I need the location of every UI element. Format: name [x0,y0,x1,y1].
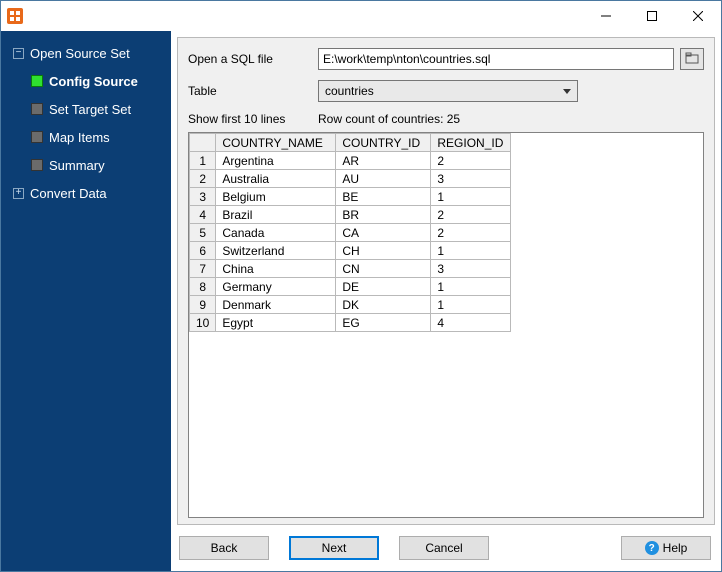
col-header-country-name[interactable]: COUNTRY_NAME [216,134,336,152]
cell-region-id: 2 [431,152,511,170]
cell-country-name: China [216,260,336,278]
preview-grid[interactable]: COUNTRY_NAME COUNTRY_ID REGION_ID 1Argen… [188,132,704,518]
table-row[interactable]: 10EgyptEG4 [190,314,511,332]
show-first-label: Show first 10 lines [188,112,318,126]
row-number-cell: 1 [190,152,216,170]
sidebar-item-map-items[interactable]: Map Items [1,123,171,151]
sidebar-item-open-source-set[interactable]: − Open Source Set [1,39,171,67]
wizard-sidebar: − Open Source Set Config Source Set Targ… [1,31,171,571]
cell-region-id: 1 [431,188,511,206]
table-header-row: COUNTRY_NAME COUNTRY_ID REGION_ID [190,134,511,152]
table-row[interactable]: 1ArgentinaAR2 [190,152,511,170]
row-number-cell: 3 [190,188,216,206]
table-row[interactable]: 5CanadaCA2 [190,224,511,242]
wizard-window: − Open Source Set Config Source Set Targ… [0,0,722,572]
table-row[interactable]: 9DenmarkDK1 [190,296,511,314]
row-number-cell: 4 [190,206,216,224]
cell-region-id: 2 [431,206,511,224]
cell-region-id: 4 [431,314,511,332]
help-button[interactable]: ? Help [621,536,711,560]
cell-country-id: CN [336,260,431,278]
step-status-icon [31,159,43,171]
cell-country-id: BE [336,188,431,206]
col-header-country-id[interactable]: COUNTRY_ID [336,134,431,152]
step-status-icon [31,103,43,115]
cell-region-id: 1 [431,278,511,296]
sidebar-item-label: Open Source Set [30,46,130,61]
cell-country-id: BR [336,206,431,224]
row-number-cell: 7 [190,260,216,278]
sidebar-item-set-target-set[interactable]: Set Target Set [1,95,171,123]
step-status-icon [31,131,43,143]
cell-country-id: CH [336,242,431,260]
content-panel: Open a SQL file Table countries Sh [177,37,715,525]
table-select-value: countries [325,84,374,98]
cell-country-name: Brazil [216,206,336,224]
cell-country-id: DE [336,278,431,296]
sidebar-item-label: Convert Data [30,186,107,201]
row-number-cell: 6 [190,242,216,260]
table-row[interactable]: 2AustraliaAU3 [190,170,511,188]
table-row[interactable]: 7ChinaCN3 [190,260,511,278]
cell-country-id: AU [336,170,431,188]
cell-region-id: 3 [431,170,511,188]
expand-icon[interactable]: + [13,188,24,199]
cell-country-name: Belgium [216,188,336,206]
cell-country-name: Canada [216,224,336,242]
cancel-button[interactable]: Cancel [399,536,489,560]
cell-region-id: 1 [431,296,511,314]
sidebar-item-label: Config Source [49,74,138,89]
row-number-cell: 8 [190,278,216,296]
sql-file-input[interactable] [318,48,674,70]
cell-country-id: CA [336,224,431,242]
minimize-button[interactable] [583,1,629,31]
help-icon: ? [645,541,659,555]
table-select[interactable]: countries [318,80,578,102]
open-file-label: Open a SQL file [188,52,318,66]
cell-region-id: 2 [431,224,511,242]
table-row[interactable]: 3BelgiumBE1 [190,188,511,206]
row-count-label: Row count of countries: 25 [318,112,460,126]
row-number-cell: 5 [190,224,216,242]
cell-country-id: AR [336,152,431,170]
sidebar-item-label: Summary [49,158,105,173]
sidebar-item-summary[interactable]: Summary [1,151,171,179]
cell-country-id: EG [336,314,431,332]
folder-icon [685,52,699,67]
next-button[interactable]: Next [289,536,379,560]
window-buttons [583,1,721,31]
titlebar [1,1,721,31]
sidebar-item-config-source[interactable]: Config Source [1,67,171,95]
cell-country-name: Australia [216,170,336,188]
col-header-region-id[interactable]: REGION_ID [431,134,511,152]
collapse-icon[interactable]: − [13,48,24,59]
sidebar-item-label: Map Items [49,130,110,145]
row-number-cell: 2 [190,170,216,188]
table-row[interactable]: 6SwitzerlandCH1 [190,242,511,260]
table-label: Table [188,84,318,98]
row-number-cell: 9 [190,296,216,314]
cell-country-name: Germany [216,278,336,296]
table-row[interactable]: 8GermanyDE1 [190,278,511,296]
step-status-icon [31,75,43,87]
cell-country-id: DK [336,296,431,314]
sidebar-item-convert-data[interactable]: + Convert Data [1,179,171,207]
cell-country-name: Egypt [216,314,336,332]
back-button[interactable]: Back [179,536,269,560]
app-icon [7,8,23,24]
cell-region-id: 3 [431,260,511,278]
cell-country-name: Switzerland [216,242,336,260]
cell-country-name: Argentina [216,152,336,170]
browse-file-button[interactable] [680,48,704,70]
table-row[interactable]: 4BrazilBR2 [190,206,511,224]
sidebar-item-label: Set Target Set [49,102,131,117]
close-button[interactable] [675,1,721,31]
cell-country-name: Denmark [216,296,336,314]
footer-bar: Back Next Cancel ? Help [171,525,721,571]
maximize-button[interactable] [629,1,675,31]
corner-cell [190,134,216,152]
row-number-cell: 10 [190,314,216,332]
cell-region-id: 1 [431,242,511,260]
